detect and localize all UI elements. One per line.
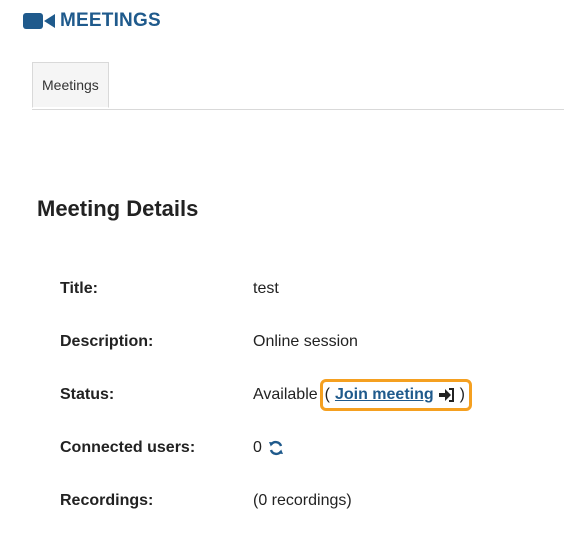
detail-row-description: Description: Online session: [60, 315, 560, 368]
meeting-details: Title: test Description: Online session …: [60, 262, 560, 527]
status-label: Status:: [60, 385, 115, 403]
recordings-label: Recordings:: [60, 491, 154, 509]
connected-users-group: 0: [253, 439, 284, 457]
join-meeting-highlight: ( Join meeting ): [319, 378, 472, 411]
connected-users-label: Connected users:: [60, 438, 196, 456]
recordings-value: (0 recordings): [253, 491, 352, 509]
detail-row-recordings: Recordings: (0 recordings): [60, 474, 560, 527]
detail-row-title: Title: test: [60, 262, 560, 315]
connected-users-value: 0: [253, 438, 262, 456]
join-meeting-link[interactable]: Join meeting: [335, 386, 434, 404]
description-label: Description:: [60, 332, 154, 350]
tool-header: MEETINGS: [22, 10, 161, 32]
detail-row-connected-users: Connected users: 0: [60, 421, 560, 474]
tool-title: MEETINGS: [60, 10, 161, 31]
sign-in-icon[interactable]: [438, 387, 455, 402]
video-camera-icon: [22, 11, 56, 31]
paren-open: (: [324, 385, 330, 403]
paren-close: ): [459, 385, 465, 403]
status-value-group: Available ( Join meeting ): [253, 378, 472, 411]
tab-meetings[interactable]: Meetings: [32, 62, 109, 108]
refresh-icon[interactable]: [268, 440, 284, 456]
status-value: Available: [253, 385, 318, 403]
tab-bar: Meetings: [32, 62, 564, 110]
section-title: Meeting Details: [37, 196, 199, 221]
title-label: Title:: [60, 279, 98, 297]
detail-row-status: Status: Available ( Join meeting ): [60, 368, 560, 421]
title-value: test: [253, 279, 279, 297]
description-value: Online session: [253, 332, 358, 350]
